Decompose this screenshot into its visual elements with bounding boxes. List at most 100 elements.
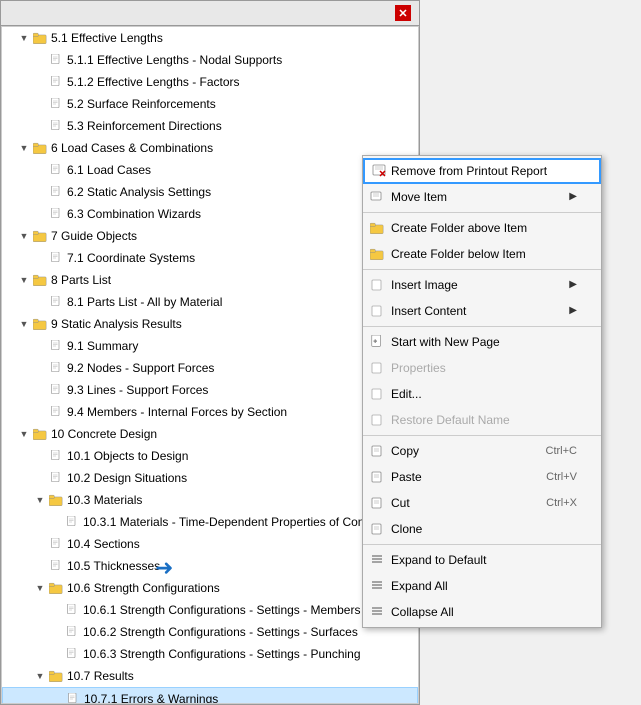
tree-container[interactable]: ▼ 5.1 Effective Lengths 5.1.1 Effective … <box>1 26 419 704</box>
tree-item[interactable]: 5.3 Reinforcement Directions <box>2 115 418 137</box>
tree-item-label: 9.2 Nodes - Support Forces <box>67 359 214 377</box>
tree-item[interactable]: 10.2 Design Situations <box>2 467 418 489</box>
tree-item[interactable]: 5.1.2 Effective Lengths - Factors <box>2 71 418 93</box>
tree-item[interactable]: ▼ 6 Load Cases & Combinations <box>2 137 418 159</box>
paste-icon <box>369 469 385 485</box>
collapse-all-icon <box>369 604 385 620</box>
doc-icon <box>65 692 81 704</box>
folder-icon <box>32 229 48 243</box>
tree-item[interactable]: 10.1 Objects to Design <box>2 445 418 467</box>
doc-icon <box>64 515 80 529</box>
menu-item-edit[interactable]: Edit... <box>363 381 601 407</box>
doc-icon <box>48 119 64 133</box>
tree-item[interactable]: 9.1 Summary <box>2 335 418 357</box>
expand-arrow <box>34 208 46 220</box>
menu-item-copy[interactable]: CopyCtrl+C <box>363 438 601 464</box>
doc-icon <box>48 53 64 67</box>
doc-icon <box>48 339 64 353</box>
menu-item-expand_default[interactable]: Expand to Default <box>363 547 601 573</box>
tree-item[interactable]: 9.4 Members - Internal Forces by Section <box>2 401 418 423</box>
doc-icon <box>64 625 80 639</box>
tree-item-label: 10.7.1 Errors & Warnings <box>84 690 218 704</box>
menu-item-remove[interactable]: Remove from Printout Report <box>363 158 601 184</box>
menu-item-label: Insert Image <box>391 276 458 294</box>
restore-icon <box>369 412 385 428</box>
menu-item-label: Create Folder below Item <box>391 245 526 263</box>
tree-item[interactable]: 10.7.1 Errors & Warnings <box>2 687 418 704</box>
menu-item-clone[interactable]: Clone <box>363 516 601 542</box>
menu-item-insert_content[interactable]: Insert Content▶ <box>363 298 601 324</box>
tree-item[interactable]: 10.5 Thicknesses <box>2 555 418 577</box>
expand-arrow: ▼ <box>18 428 30 440</box>
folder-above-icon <box>369 220 385 236</box>
tree-item-label: 9 Static Analysis Results <box>51 315 182 333</box>
tree-item[interactable]: 10.6.3 Strength Configurations - Setting… <box>2 643 418 665</box>
doc-icon <box>48 163 64 177</box>
menu-item-label: Paste <box>391 468 422 486</box>
tree-item[interactable]: ▼ 7 Guide Objects <box>2 225 418 247</box>
tree-item[interactable]: 7.1 Coordinate Systems <box>2 247 418 269</box>
tree-item[interactable]: ▼ 10.6 Strength Configurations <box>2 577 418 599</box>
doc-icon <box>48 97 64 111</box>
submenu-arrow: ▶ <box>569 188 577 206</box>
properties-icon <box>369 360 385 376</box>
menu-item-collapse_all[interactable]: Collapse All <box>363 599 601 625</box>
tree-item[interactable]: 6.2 Static Analysis Settings <box>2 181 418 203</box>
menu-item-shortcut: Ctrl+X <box>546 494 577 512</box>
menu-item-move[interactable]: Move Item▶ <box>363 184 601 210</box>
expand-arrow <box>34 296 46 308</box>
menu-item-label: Collapse All <box>391 603 454 621</box>
tree-item[interactable]: ▼ 9 Static Analysis Results <box>2 313 418 335</box>
tree-item[interactable]: ▼ 8 Parts List <box>2 269 418 291</box>
tree-item[interactable]: 8.1 Parts List - All by Material <box>2 291 418 313</box>
tree-item[interactable]: 10.4 Sections <box>2 533 418 555</box>
close-button[interactable]: ✕ <box>395 5 411 21</box>
tree-item[interactable]: 9.3 Lines - Support Forces <box>2 379 418 401</box>
tree-item[interactable]: 9.2 Nodes - Support Forces <box>2 357 418 379</box>
tree-item-label: 10.6 Strength Configurations <box>67 579 220 597</box>
menu-item-expand_all[interactable]: Expand All <box>363 573 601 599</box>
tree-item[interactable]: 6.1 Load Cases <box>2 159 418 181</box>
tree-item-label: 5.1 Effective Lengths <box>51 29 163 47</box>
doc-icon <box>48 559 64 573</box>
expand-arrow <box>50 604 62 616</box>
doc-icon <box>48 471 64 485</box>
expand-arrow: ▼ <box>34 670 46 682</box>
menu-item-properties: Properties <box>363 355 601 381</box>
menu-item-label: Edit... <box>391 385 422 403</box>
tree-item-label: 10.6.2 Strength Configurations - Setting… <box>83 623 358 641</box>
menu-item-new_page[interactable]: Start with New Page <box>363 329 601 355</box>
tree-item[interactable]: ▼ 5.1 Effective Lengths <box>2 27 418 49</box>
menu-item-label: Clone <box>391 520 422 538</box>
menu-item-paste[interactable]: PasteCtrl+V <box>363 464 601 490</box>
menu-separator <box>363 326 601 327</box>
doc-icon <box>48 185 64 199</box>
tree-item[interactable]: ▼ 10.3 Materials <box>2 489 418 511</box>
tree-item[interactable]: 10.6.2 Strength Configurations - Setting… <box>2 621 418 643</box>
doc-icon <box>48 75 64 89</box>
expand-arrow <box>34 538 46 550</box>
tree-item[interactable]: ▼ 10.7 Results <box>2 665 418 687</box>
tree-item[interactable]: 6.3 Combination Wizards <box>2 203 418 225</box>
menu-item-folder_above[interactable]: Create Folder above Item <box>363 215 601 241</box>
folder-icon <box>48 669 64 683</box>
menu-item-folder_below[interactable]: Create Folder below Item <box>363 241 601 267</box>
context-menu: Remove from Printout ReportMove Item▶ Cre… <box>362 155 602 628</box>
tree-item-label: 5.1.2 Effective Lengths - Factors <box>67 73 240 91</box>
tree-item-label: 10.4 Sections <box>67 535 140 553</box>
tree-item[interactable]: ▼ 10 Concrete Design <box>2 423 418 445</box>
expand-arrow <box>34 560 46 572</box>
expand-arrow <box>34 76 46 88</box>
menu-item-label: Properties <box>391 359 446 377</box>
copy-icon <box>369 443 385 459</box>
menu-item-label: Restore Default Name <box>391 411 510 429</box>
menu-item-cut[interactable]: CutCtrl+X <box>363 490 601 516</box>
menu-item-restore: Restore Default Name <box>363 407 601 433</box>
menu-item-insert_image[interactable]: Insert Image▶ <box>363 272 601 298</box>
tree-item[interactable]: 5.1.1 Effective Lengths - Nodal Supports <box>2 49 418 71</box>
tree-item[interactable]: 10.6.1 Strength Configurations - Setting… <box>2 599 418 621</box>
tree-item[interactable]: 10.3.1 Materials - Time-Dependent Proper… <box>2 511 418 533</box>
tree-item-label: 10.6.1 Strength Configurations - Setting… <box>83 601 360 619</box>
tree-item[interactable]: 5.2 Surface Reinforcements <box>2 93 418 115</box>
move-icon <box>369 189 385 205</box>
